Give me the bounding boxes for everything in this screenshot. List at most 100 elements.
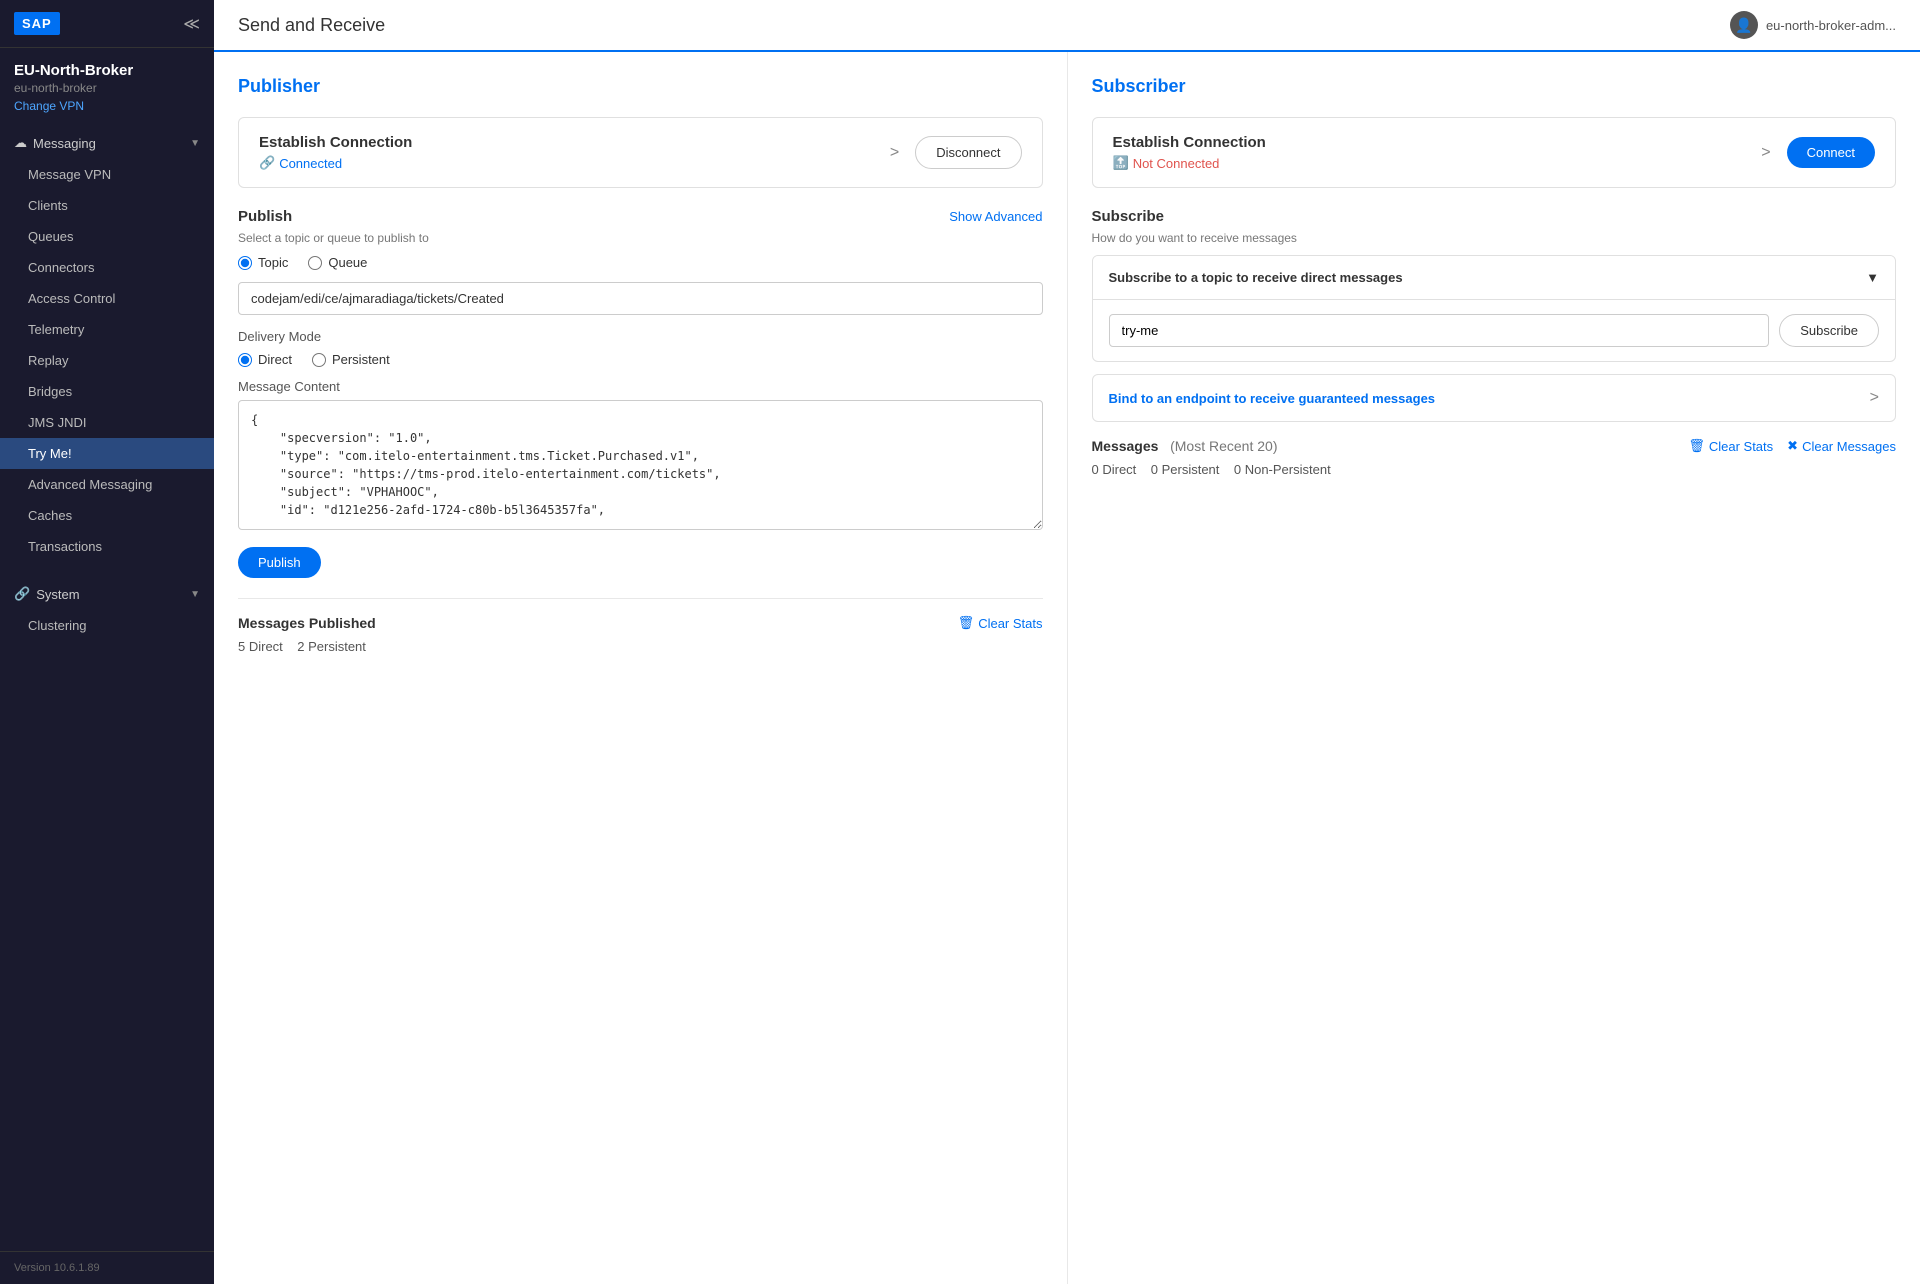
nav-item-message-vpn[interactable]: Message VPN: [0, 159, 214, 190]
delivery-mode-section: Delivery Mode Direct Persistent: [238, 329, 1043, 367]
messaging-section-header[interactable]: ☁ Messaging ▼: [0, 127, 214, 159]
subscribe-section: Subscribe How do you want to receive mes…: [1092, 208, 1897, 245]
disconnect-button[interactable]: Disconnect: [915, 136, 1021, 169]
trash-icon: 🗑: [958, 615, 975, 631]
nav-item-access-control[interactable]: Access Control: [0, 283, 214, 314]
subscriber-messages-section: Messages (Most Recent 20) 🗑 Clear Stats …: [1092, 438, 1897, 477]
subscriber-connection-section[interactable]: Establish Connection 🔝 Not Connected > C…: [1092, 117, 1897, 188]
clear-messages-link[interactable]: ✖ Clear Messages: [1787, 438, 1896, 454]
nav-item-queues[interactable]: Queues: [0, 221, 214, 252]
connection-left: Establish Connection 🔗 Connected: [259, 134, 890, 171]
sidebar: SAP ≪ EU-North-Broker eu-north-broker Ch…: [0, 0, 214, 1284]
publisher-status-text: Connected: [279, 156, 342, 171]
direct-radio[interactable]: [238, 353, 252, 367]
nav-item-connectors[interactable]: Connectors: [0, 252, 214, 283]
publisher-messages-section: Messages Published 🗑 Clear Stats 5 Direc…: [238, 598, 1043, 654]
subscribe-input-row: Subscribe: [1109, 314, 1880, 347]
clear-messages-text: Clear Messages: [1802, 439, 1896, 454]
nav-item-replay[interactable]: Replay: [0, 345, 214, 376]
nav-item-bridges[interactable]: Bridges: [0, 376, 214, 407]
cloud-icon: ☁: [14, 135, 27, 151]
persistent-radio-item[interactable]: Persistent: [312, 352, 390, 367]
user-info: 👤 eu-north-broker-adm...: [1730, 11, 1896, 39]
publish-section: Publish Show Advanced Select a topic or …: [238, 208, 1043, 578]
bind-endpoint-title: Bind to an endpoint to receive guarantee…: [1109, 391, 1436, 406]
publisher-clear-stats-link[interactable]: 🗑 Clear Stats: [958, 615, 1043, 631]
accordion-header[interactable]: Subscribe to a topic to receive direct m…: [1093, 256, 1896, 300]
nav-item-clustering[interactable]: Clustering: [0, 610, 214, 641]
show-advanced-link[interactable]: Show Advanced: [949, 209, 1042, 224]
system-section: 🔗 System ▼ Clustering: [0, 570, 214, 649]
subscriber-clear-stats-link[interactable]: 🗑 Clear Stats: [1688, 438, 1773, 454]
topic-radio[interactable]: [238, 256, 252, 270]
bind-endpoint-section[interactable]: Bind to an endpoint to receive guarantee…: [1092, 374, 1897, 422]
bind-endpoint-arrow: >: [1870, 389, 1879, 407]
publisher-panel: Publisher Establish Connection 🔗 Connect…: [214, 52, 1068, 1284]
nav-item-caches[interactable]: Caches: [0, 500, 214, 531]
publisher-messages-title: Messages Published: [238, 615, 376, 631]
delivery-mode-label: Delivery Mode: [238, 329, 1043, 344]
accordion-body: Subscribe: [1093, 300, 1896, 361]
subscriber-connection-left: Establish Connection 🔝 Not Connected: [1113, 134, 1762, 171]
queue-radio[interactable]: [308, 256, 322, 270]
messaging-label: Messaging: [33, 136, 190, 151]
sub-messages-actions: 🗑 Clear Stats ✖ Clear Messages: [1688, 438, 1896, 454]
nav-item-try-me[interactable]: Try Me!: [0, 438, 214, 469]
direct-radio-item[interactable]: Direct: [238, 352, 292, 367]
sidebar-footer: Version 10.6.1.89: [0, 1251, 214, 1284]
subscribe-section-header: Subscribe: [1092, 208, 1897, 225]
nav-item-jms-jndi[interactable]: JMS JNDI: [0, 407, 214, 438]
subscriber-connection-arrow: >: [1761, 144, 1770, 162]
sub-messages-counts: 0 Direct 0 Persistent 0 Non-Persistent: [1092, 462, 1897, 477]
topic-label: Topic: [258, 255, 288, 270]
messaging-section: ☁ Messaging ▼ Message VPN Clients Queues…: [0, 119, 214, 570]
user-avatar: 👤: [1730, 11, 1758, 39]
subscribe-accordion: Subscribe to a topic to receive direct m…: [1092, 255, 1897, 362]
change-vpn-link[interactable]: Change VPN: [14, 99, 84, 113]
sub-direct-count: 0 Direct: [1092, 462, 1137, 477]
nav-item-advanced-messaging[interactable]: Advanced Messaging: [0, 469, 214, 500]
subscriber-status-text: Not Connected: [1133, 156, 1220, 171]
version-label: Version 10.6.1.89: [14, 1262, 100, 1274]
nav-item-clients[interactable]: Clients: [0, 190, 214, 221]
broker-info: EU-North-Broker eu-north-broker Change V…: [0, 48, 214, 119]
broker-id: eu-north-broker: [14, 81, 200, 95]
nav-item-telemetry[interactable]: Telemetry: [0, 314, 214, 345]
topic-input[interactable]: [238, 282, 1043, 315]
publisher-connection-arrow: >: [890, 144, 899, 162]
accordion-chevron: ▼: [1866, 270, 1879, 285]
subscriber-connection-title: Establish Connection: [1113, 134, 1762, 151]
messaging-chevron: ▼: [190, 138, 200, 149]
content-area: Publisher Establish Connection 🔗 Connect…: [214, 52, 1920, 1284]
message-content-textarea[interactable]: { "specversion": "1.0", "type": "com.ite…: [238, 400, 1043, 530]
subscribe-button[interactable]: Subscribe: [1779, 314, 1879, 347]
publisher-title: Publisher: [238, 76, 1043, 97]
publisher-persistent-count: 2 Persistent: [297, 639, 366, 654]
main-content: Send and Receive 👤 eu-north-broker-adm..…: [214, 0, 1920, 1284]
queue-radio-item[interactable]: Queue: [308, 255, 367, 270]
publish-subtitle: Select a topic or queue to publish to: [238, 231, 1043, 245]
connect-button[interactable]: Connect: [1787, 137, 1875, 168]
subscribe-topic-input[interactable]: [1109, 314, 1770, 347]
publisher-messages-counts: 5 Direct 2 Persistent: [238, 639, 1043, 654]
accordion-title: Subscribe to a topic to receive direct m…: [1109, 270, 1403, 285]
page-title: Send and Receive: [238, 15, 385, 36]
system-section-header[interactable]: 🔗 System ▼: [0, 578, 214, 610]
subscriber-panel: Subscriber Establish Connection 🔝 Not Co…: [1068, 52, 1920, 1284]
sub-messages-title: Messages (Most Recent 20): [1092, 438, 1278, 454]
topic-radio-item[interactable]: Topic: [238, 255, 288, 270]
publisher-clear-stats-text: Clear Stats: [978, 616, 1042, 631]
persistent-radio[interactable]: [312, 353, 326, 367]
publisher-connection-section[interactable]: Establish Connection 🔗 Connected > Disco…: [238, 117, 1043, 188]
system-icon: 🔗: [14, 586, 30, 602]
broker-name: EU-North-Broker: [14, 62, 200, 79]
nav-item-transactions[interactable]: Transactions: [0, 531, 214, 562]
publish-button[interactable]: Publish: [238, 547, 321, 578]
publisher-connection-title: Establish Connection: [259, 134, 890, 151]
publisher-messages-header: Messages Published 🗑 Clear Stats: [238, 615, 1043, 631]
publish-section-header: Publish Show Advanced: [238, 208, 1043, 225]
sap-logo: SAP: [14, 12, 60, 35]
hamburger-icon[interactable]: ≪: [183, 14, 200, 34]
username-label: eu-north-broker-adm...: [1766, 18, 1896, 33]
delivery-radio-group: Direct Persistent: [238, 352, 1043, 367]
